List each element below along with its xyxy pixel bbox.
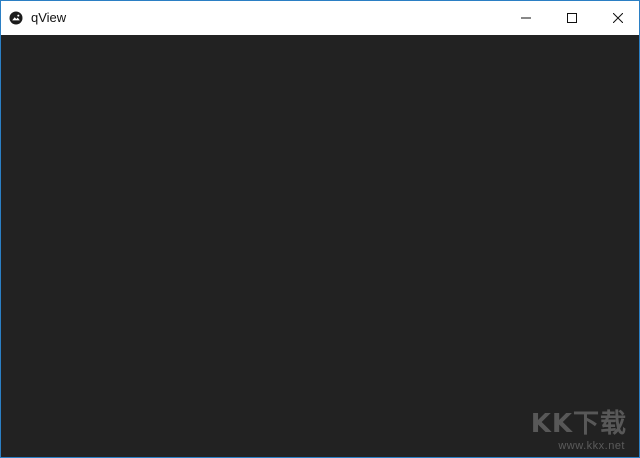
close-button[interactable] <box>595 1 639 35</box>
minimize-icon <box>521 13 531 23</box>
app-logo-icon <box>9 11 23 25</box>
watermark-text: KK下载 <box>530 409 627 439</box>
app-window: qView KK下载 www.kkx.net <box>0 0 640 458</box>
minimize-button[interactable] <box>503 1 549 35</box>
watermark-url: www.kkx.net <box>558 440 625 452</box>
title-bar[interactable]: qView <box>1 1 639 35</box>
maximize-button[interactable] <box>549 1 595 35</box>
window-title: qView <box>31 10 67 25</box>
image-view-area[interactable]: KK下载 www.kkx.net <box>1 35 639 457</box>
watermark: KK下载 www.kkx.net <box>519 403 631 453</box>
maximize-icon <box>567 13 577 23</box>
close-icon <box>613 13 623 23</box>
